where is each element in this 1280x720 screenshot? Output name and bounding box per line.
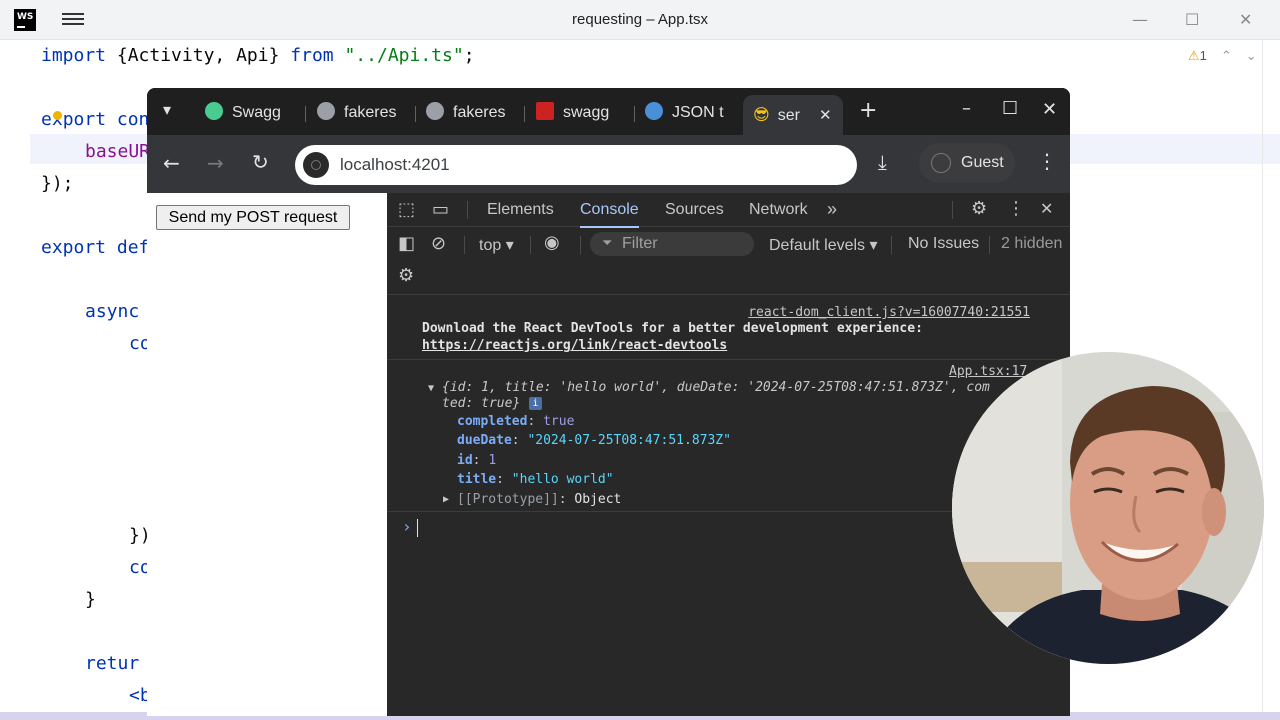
browser-tab-fakerest-1[interactable]: fakeres xyxy=(317,98,413,128)
devtools-tab-network[interactable]: Network xyxy=(749,201,808,219)
send-post-request-button[interactable]: Send my POST request xyxy=(156,205,350,230)
console-prompt-icon: › xyxy=(402,517,412,536)
web-page: Send my POST request xyxy=(147,193,387,716)
guest-profile-button[interactable]: Guest xyxy=(919,143,1015,183)
browser-close-icon[interactable]: ✕ xyxy=(1042,99,1057,120)
url-text: localhost:4201 xyxy=(340,155,450,174)
editor-scrollbar[interactable] xyxy=(1262,40,1274,716)
new-tab-icon[interactable]: + xyxy=(859,98,877,123)
hidden-count: 2 hidden xyxy=(1001,235,1063,252)
console-filter-input[interactable]: ⏷ Filter xyxy=(590,232,754,256)
prop-title: title: "hello world" xyxy=(457,472,614,487)
ide-titlebar: WS requesting – App.tsx — ☐ ✕ xyxy=(0,0,1280,40)
browser-tab-swagger-2[interactable]: swagg xyxy=(536,98,632,128)
globe-favicon-icon xyxy=(426,102,444,120)
code-line-1: import {Activity, Api} from "../Api.ts"; xyxy=(41,45,475,66)
presenter-face-image xyxy=(952,352,1264,664)
address-bar[interactable]: localhost:4201 xyxy=(295,145,857,185)
devtools-tab-console[interactable]: Console xyxy=(580,201,639,228)
console-filter-bar: ◧ ⊘ top ▾ ◉ ⏷ Filter Default levels ▾ No … xyxy=(387,227,1070,295)
info-badge-icon[interactable]: i xyxy=(529,397,542,410)
forward-icon[interactable]: → xyxy=(207,151,224,175)
browser-tab-json[interactable]: JSON t xyxy=(645,98,731,128)
globe-favicon-icon xyxy=(317,102,335,120)
code-line-export-default: export def xyxy=(41,237,150,258)
tab-search-icon[interactable]: ▾ xyxy=(163,100,171,119)
browser-toolbar: ← → ↻ localhost:4201 ⤓ Guest ⋮ xyxy=(147,135,1070,193)
devtools-tab-sources[interactable]: Sources xyxy=(665,201,724,219)
more-tabs-icon[interactable]: » xyxy=(827,199,837,220)
code-line-brace: } xyxy=(85,589,96,610)
devtools-tabbar: ⬚ ▭ Elements Console Sources Network » ⚙… xyxy=(387,193,1070,228)
clear-console-icon[interactable]: ⊘ xyxy=(431,233,446,254)
devtools-menu-icon[interactable]: ⋮ xyxy=(1007,198,1025,219)
ide-window-title: requesting – App.tsx xyxy=(572,11,708,28)
source-link-app-tsx[interactable]: App.tsx:17 xyxy=(949,364,1027,379)
filter-funnel-icon: ⏷ xyxy=(602,236,613,251)
browser-tab-swagger-1[interactable]: Swagg xyxy=(205,98,303,128)
devtools-tab-elements[interactable]: Elements xyxy=(487,201,554,219)
site-info-icon[interactable] xyxy=(303,152,329,178)
ide-close-icon[interactable]: ✕ xyxy=(1239,10,1252,29)
inspect-element-icon[interactable]: ⬚ xyxy=(398,199,415,220)
prop-id: id: 1 xyxy=(457,453,497,468)
log-levels-dropdown[interactable]: Default levels ▾ xyxy=(769,235,878,255)
code-line-close: }); xyxy=(41,173,74,194)
prop-duedate: dueDate: "2024-07-25T08:47:51.873Z" xyxy=(457,433,731,448)
live-expression-eye-icon[interactable]: ◉ xyxy=(544,232,560,253)
code-line-async: async xyxy=(85,301,140,322)
browser-minimize-icon[interactable]: – xyxy=(962,98,971,119)
device-toolbar-icon[interactable]: ▭ xyxy=(432,199,449,220)
browser-tab-fakerest-2[interactable]: fakeres xyxy=(426,98,522,128)
object-preview-line1: {id: 1, title: 'hello world', dueDate: '… xyxy=(442,380,990,395)
console-settings-icon[interactable]: ⚙ xyxy=(398,265,414,286)
reload-icon[interactable]: ↻ xyxy=(252,150,269,174)
expand-triangle-icon[interactable]: ▼ xyxy=(428,383,434,394)
prop-prototype: [[Prototype]]: Object xyxy=(457,492,622,507)
swagger-red-favicon-icon xyxy=(536,102,554,120)
sunglasses-favicon-icon: 😎 xyxy=(753,105,770,124)
warnings-indicator[interactable]: ⚠1 ⌃ ⌄ xyxy=(1188,48,1257,64)
download-icon[interactable]: ⤓ xyxy=(878,150,887,174)
tab-close-icon[interactable]: ✕ xyxy=(819,95,832,135)
devtools-close-icon[interactable]: ✕ xyxy=(1040,199,1053,218)
settings-gear-icon[interactable]: ⚙ xyxy=(971,198,987,219)
source-link-react-dom[interactable]: react-dom_client.js?v=16007740:21551 xyxy=(748,305,1030,320)
browser-window: ▾ Swagg fakeres fakeres swagg JSON t 😎 se… xyxy=(147,88,1070,716)
browser-tabstrip: ▾ Swagg fakeres fakeres swagg JSON t 😎 se… xyxy=(147,88,1070,135)
sidebar-toggle-icon[interactable]: ◧ xyxy=(398,233,415,254)
ide-minimize-icon[interactable]: — xyxy=(1132,10,1148,29)
issues-counter[interactable]: No Issues xyxy=(908,235,979,253)
code-line-baseurl: baseUR xyxy=(85,141,151,162)
react-devtools-link[interactable]: https://reactjs.org/link/react-devtools xyxy=(422,338,727,353)
browser-menu-icon[interactable]: ⋮ xyxy=(1037,149,1057,173)
webcam-overlay xyxy=(952,352,1264,664)
console-input-caret[interactable] xyxy=(417,519,418,537)
back-icon[interactable]: ← xyxy=(163,151,180,175)
object-preview-line2: ted: true} xyxy=(442,396,521,411)
profile-icon xyxy=(931,153,951,173)
browser-tab-active[interactable]: 😎 ser ✕ xyxy=(743,95,843,135)
code-line-return: retur xyxy=(85,653,140,674)
prop-completed: completed: true xyxy=(457,414,575,429)
json-favicon-icon xyxy=(645,102,663,120)
collapse-triangle-icon[interactable]: ▶ xyxy=(443,494,449,505)
ide-maximize-icon[interactable]: ☐ xyxy=(1185,10,1199,29)
browser-maximize-icon[interactable]: ☐ xyxy=(1002,98,1018,119)
swagger-favicon-icon xyxy=(205,102,223,120)
console-message-text: Download the React DevTools for a better… xyxy=(422,321,923,336)
context-selector[interactable]: top ▾ xyxy=(479,235,514,255)
warning-icon: ⚠ xyxy=(1188,48,1200,63)
bulb-icon[interactable] xyxy=(53,111,62,120)
